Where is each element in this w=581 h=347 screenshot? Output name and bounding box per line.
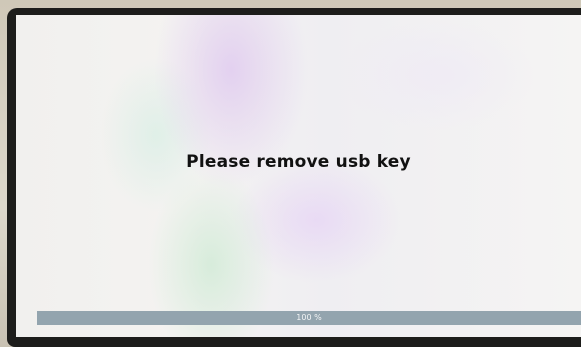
device-photo: Please remove usb key 100 % (0, 0, 581, 347)
display-screen: Please remove usb key 100 % (16, 15, 581, 337)
progress-bar: 100 % (37, 311, 581, 325)
status-message: Please remove usb key (186, 152, 411, 172)
progress-percent-label: 100 % (296, 313, 322, 322)
